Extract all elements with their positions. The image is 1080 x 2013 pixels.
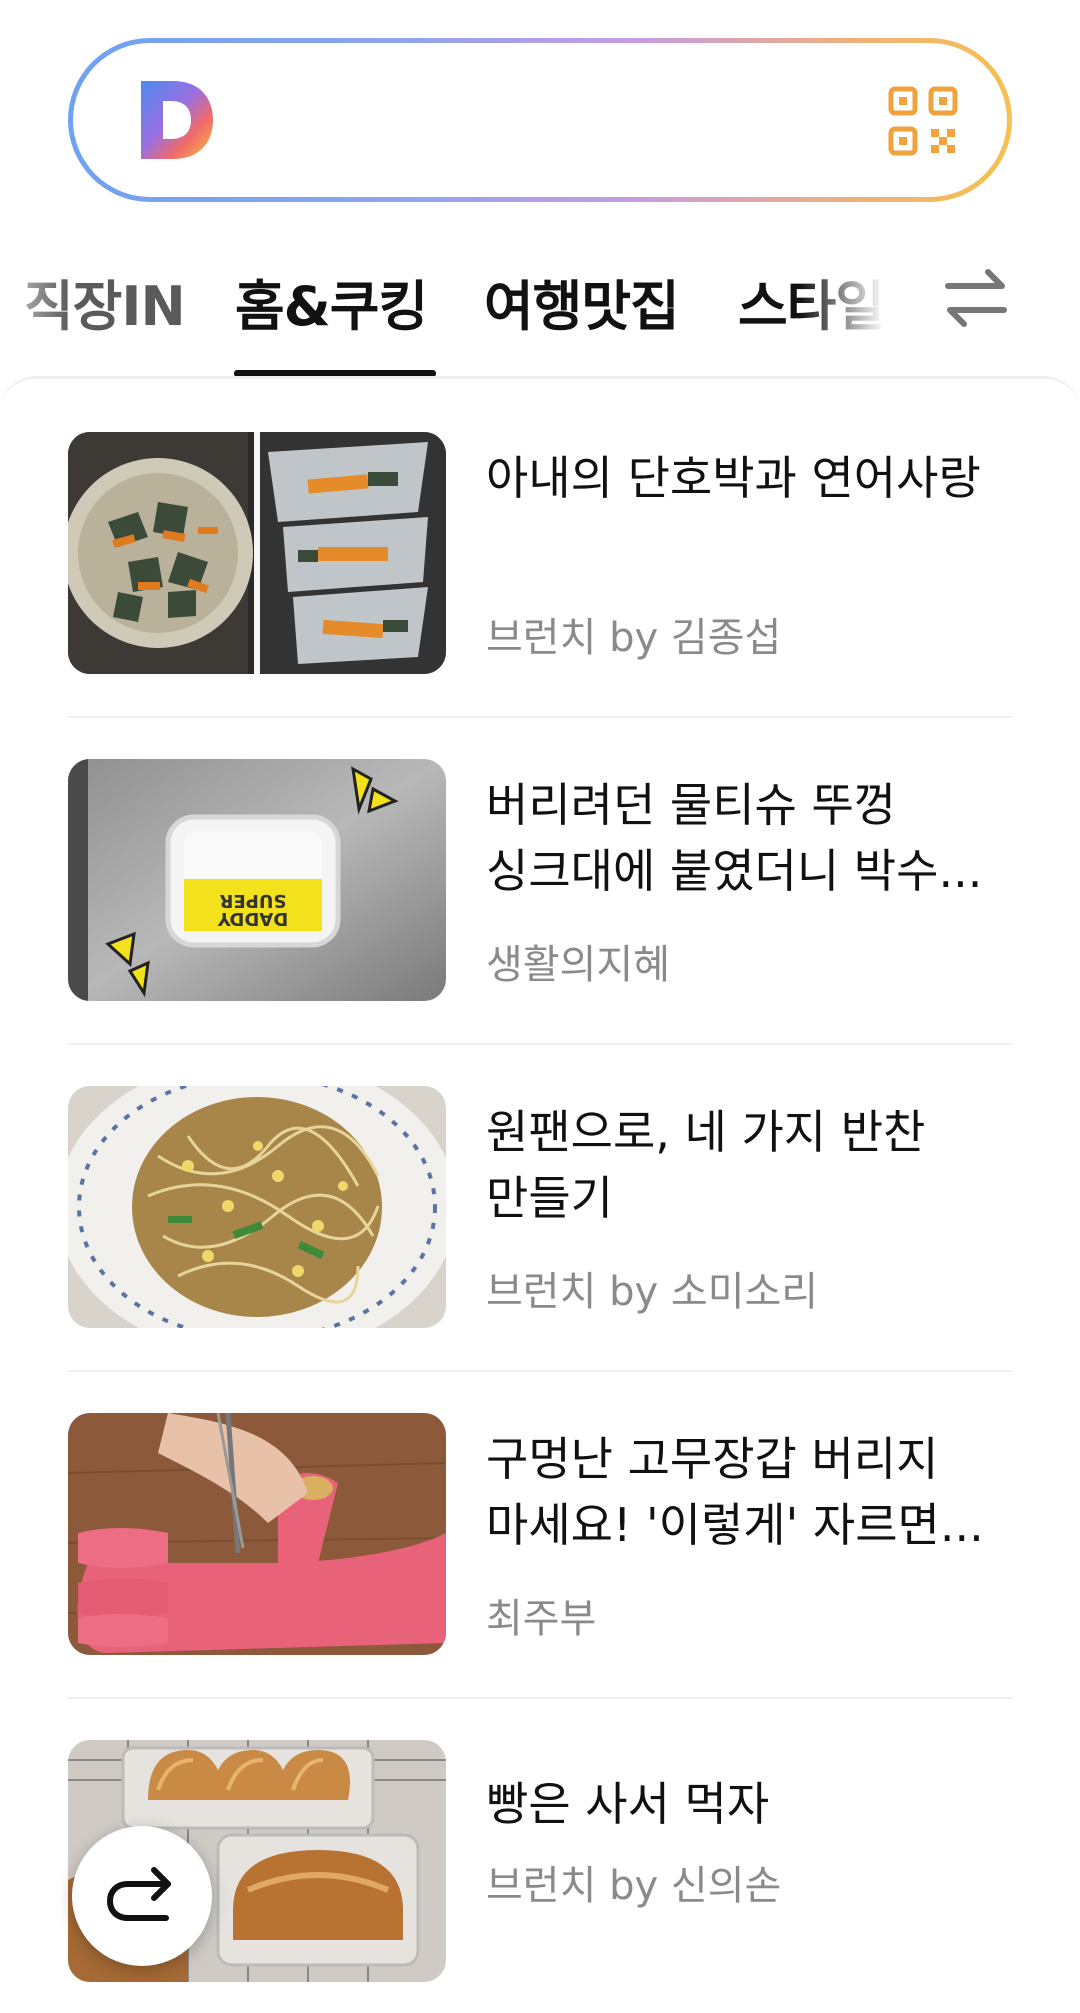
svg-text:DADDY: DADDY (217, 908, 288, 929)
wet-wipe-lid-photo: SUPER DADDY (68, 759, 446, 1001)
list-item[interactable]: SUPER DADDY 버리려던 물티슈 뚜껑 싱크대에 붙였더니 박수... … (68, 706, 1012, 1032)
redo-arrow-icon (107, 1867, 171, 1921)
category-tabs: 직장IN 홈&쿠킹 여행맛집 스타일 (0, 250, 1080, 378)
svg-text:SUPER: SUPER (219, 890, 286, 911)
article-title: 아내의 단호박과 연어사랑 (486, 451, 981, 505)
tab-work[interactable]: 직장IN (24, 262, 186, 341)
article-source: 브런치 by 김종섭 (486, 615, 782, 661)
daum-d-logo-icon (141, 81, 213, 159)
article-title: 빵은 사서 먹자 (486, 1777, 770, 1831)
article-title: 구멍난 고무장갑 버리지 마세요! '이렇게' 자르면... (486, 1432, 984, 1552)
search-input[interactable] (73, 43, 1007, 197)
article-source: 최주부 (486, 1596, 597, 1642)
rubber-glove-photo (68, 1413, 446, 1655)
tab-travel-food[interactable]: 여행맛집 (484, 262, 680, 341)
search-bar[interactable] (68, 38, 1012, 202)
article-list: 아내의 단호박과 연어사랑 브런치 by 김종섭 SUPER DADDY 버리려… (0, 376, 1080, 2007)
article-title: 원팬으로, 네 가지 반찬 만들기 (486, 1105, 926, 1225)
tab-home-cooking[interactable]: 홈&쿠킹 (235, 262, 428, 341)
article-source: 생활의지혜 (486, 942, 670, 988)
steamed-pumpkin-photo (68, 432, 446, 674)
list-item[interactable]: 원팬으로, 네 가지 반찬 만들기 브런치 by 소미소리 (68, 1033, 1012, 1359)
article-title: 버리려던 물티슈 뚜껑 싱크대에 붙였더니 박수... (486, 778, 983, 898)
redo-button[interactable] (72, 1826, 212, 1966)
article-source: 브런치 by 신의손 (486, 1863, 782, 1909)
list-item[interactable]: 아내의 단호박과 연어사랑 브런치 by 김종섭 (68, 379, 1012, 705)
bean-sprout-dish-photo (68, 1086, 446, 1328)
list-item[interactable]: 구멍난 고무장갑 버리지 마세요! '이렇게' 자르면... 최주부 (68, 1360, 1012, 1686)
qr-code-icon[interactable] (887, 85, 959, 157)
article-source: 브런치 by 소미소리 (486, 1269, 819, 1315)
tab-style[interactable]: 스타일 (738, 262, 885, 341)
swap-arrows-icon[interactable] (940, 262, 1012, 334)
list-item[interactable]: 빵은 사서 먹자 브런치 by 신의손 (68, 1687, 1012, 2013)
